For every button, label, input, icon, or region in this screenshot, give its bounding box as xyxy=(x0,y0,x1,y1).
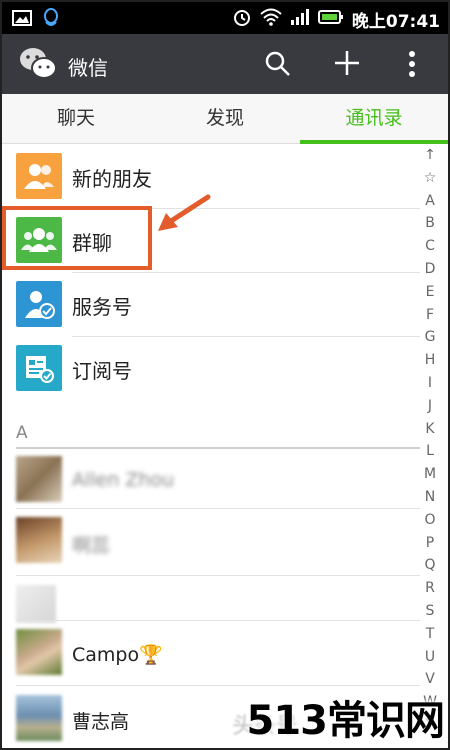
index-letter[interactable]: I xyxy=(418,372,442,395)
divider xyxy=(16,685,420,686)
index-star-icon[interactable]: ☆ xyxy=(418,167,442,190)
time-prefix: 晚上 xyxy=(351,12,386,32)
index-letter[interactable]: K xyxy=(418,418,442,441)
index-letter[interactable]: Q xyxy=(418,554,442,577)
index-letter[interactable]: T xyxy=(418,623,442,646)
subscription-item[interactable]: 订阅号 xyxy=(2,337,420,401)
new-friends-icon xyxy=(16,153,62,199)
divider xyxy=(16,508,420,509)
contact-name: 啊蕊 xyxy=(72,535,111,557)
tab-contacts[interactable]: 通讯录 xyxy=(300,94,448,144)
index-letter[interactable]: J xyxy=(418,395,442,418)
app-title: 微信 xyxy=(68,56,108,80)
new-friends-label: 新的朋友 xyxy=(72,167,152,191)
tab-bar: 聊天 发现 通讯录 xyxy=(2,94,448,144)
phone-screen: 晚上07:41 微信 聊天 发现 通讯录 新的朋友 群聊 服务号 订阅号 A A… xyxy=(0,0,450,750)
subscription-label: 订阅号 xyxy=(72,359,132,383)
index-letter[interactable]: S xyxy=(418,600,442,623)
wechat-logo-icon xyxy=(18,46,58,82)
index-letter[interactable]: A xyxy=(418,190,442,213)
index-letter[interactable]: L xyxy=(418,440,442,463)
index-letter[interactable]: B xyxy=(418,212,442,235)
arrow-annotation-icon xyxy=(152,193,212,241)
add-icon[interactable] xyxy=(332,48,362,82)
contact-name: Allen Zhou xyxy=(72,469,175,491)
index-letter[interactable]: O xyxy=(418,509,442,532)
app-bar: 微信 xyxy=(2,34,448,94)
battery-icon xyxy=(317,9,344,30)
index-letter[interactable]: N xyxy=(418,486,442,509)
avatar xyxy=(16,585,56,623)
gallery-notification-icon xyxy=(12,10,32,30)
index-letter[interactable]: C xyxy=(418,235,442,258)
qq-notification-icon xyxy=(42,8,60,32)
search-icon[interactable] xyxy=(264,50,292,82)
signal-icon xyxy=(290,8,310,31)
index-letter[interactable]: G xyxy=(418,326,442,349)
index-letter[interactable]: M xyxy=(418,463,442,486)
service-account-icon xyxy=(16,281,62,327)
section-divider xyxy=(16,447,420,449)
status-bar: 晚上07:41 xyxy=(2,2,448,34)
alphabet-index[interactable]: ↑ ☆ A B C D E F G H I J K L M N O P Q R … xyxy=(418,144,442,748)
index-letter[interactable]: U xyxy=(418,646,442,669)
subscription-icon xyxy=(16,345,62,391)
index-letter[interactable]: R xyxy=(418,577,442,600)
tab-chats[interactable]: 聊天 xyxy=(2,94,150,144)
alarm-icon xyxy=(232,7,252,32)
index-letter[interactable]: P xyxy=(418,532,442,555)
contact-name: Campo🏆 xyxy=(72,644,163,666)
service-account-label: 服务号 xyxy=(72,295,132,319)
index-letter[interactable]: E xyxy=(418,281,442,304)
section-header: A xyxy=(16,423,28,443)
avatar xyxy=(16,517,62,563)
avatar xyxy=(16,456,62,502)
site-watermark: 513常识网 xyxy=(246,698,445,744)
index-up-icon[interactable]: ↑ xyxy=(418,144,442,167)
index-letter[interactable]: H xyxy=(418,349,442,372)
more-options-icon[interactable] xyxy=(408,50,416,82)
contact-name: 曹志高 xyxy=(72,711,130,733)
avatar xyxy=(16,629,62,675)
time-value: 07:41 xyxy=(385,12,440,32)
service-account-item[interactable]: 服务号 xyxy=(2,273,420,337)
index-letter[interactable]: D xyxy=(418,258,442,281)
highlight-box xyxy=(2,206,152,270)
wifi-icon xyxy=(260,8,282,31)
clock: 晚上07:41 xyxy=(352,7,440,32)
divider xyxy=(16,575,420,576)
divider xyxy=(16,620,420,621)
avatar xyxy=(16,695,62,741)
contact-list: 新的朋友 群聊 服务号 订阅号 A Allen Zhou 啊蕊 Campo🏆 曹… xyxy=(2,145,420,748)
tab-discover[interactable]: 发现 xyxy=(151,94,299,144)
index-letter[interactable]: F xyxy=(418,304,442,327)
